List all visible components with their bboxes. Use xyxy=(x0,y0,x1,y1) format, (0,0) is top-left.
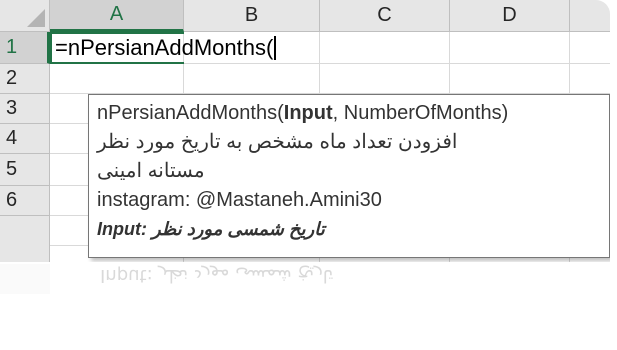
reflection-text: Input: تاریخ شمسی مورد نظر xyxy=(100,265,334,286)
column-header-a[interactable]: A xyxy=(50,0,184,32)
column-header-d[interactable]: D xyxy=(450,0,570,32)
signature-function-name[interactable]: nPersianAddMonths( xyxy=(97,102,284,124)
row-header-1[interactable]: 1 xyxy=(0,32,50,64)
sheet-reflection: Input: تاریخ شمسی مورد نظر xyxy=(0,264,610,350)
reflection-row-header xyxy=(0,264,50,294)
function-author: مستانه امینی xyxy=(97,160,205,182)
select-all-corner[interactable] xyxy=(0,0,50,32)
function-signature: nPersianAddMonths(Input, NumberOfMonths) xyxy=(97,99,601,128)
row-header-3[interactable]: 3 xyxy=(0,94,50,124)
formula-text: =nPersianAddMonths( xyxy=(55,35,274,60)
signature-remaining-arguments[interactable]: , NumberOfMonths) xyxy=(333,102,509,124)
column-header-e[interactable] xyxy=(570,0,610,32)
column-header-b[interactable]: B xyxy=(184,0,320,32)
spreadsheet-grid: A B C D 1 2 3 4 5 6 =nPersianAddMonths( … xyxy=(0,0,610,262)
select-all-triangle-icon xyxy=(27,9,45,27)
cell-a1-editor[interactable]: =nPersianAddMonths( xyxy=(55,33,277,63)
function-description: افزودن تعداد ماه مشخص به تاریخ مورد نظر xyxy=(97,131,458,153)
function-tooltip: nPersianAddMonths(Input, NumberOfMonths)… xyxy=(88,94,610,258)
signature-current-argument[interactable]: Input xyxy=(284,102,333,124)
row-header-2[interactable]: 2 xyxy=(0,64,50,94)
row-header-5[interactable]: 5 xyxy=(0,154,50,186)
row-header-4[interactable]: 4 xyxy=(0,124,50,154)
author-contact: instagram: @Mastaneh.Amini30 xyxy=(97,189,382,211)
column-header-c[interactable]: C xyxy=(320,0,450,32)
row-header-7[interactable] xyxy=(0,216,50,262)
argument-help: تاریخ شمسی مورد نظر :Input xyxy=(97,219,325,239)
row-header-6[interactable]: 6 xyxy=(0,186,50,216)
text-caret xyxy=(274,36,277,60)
